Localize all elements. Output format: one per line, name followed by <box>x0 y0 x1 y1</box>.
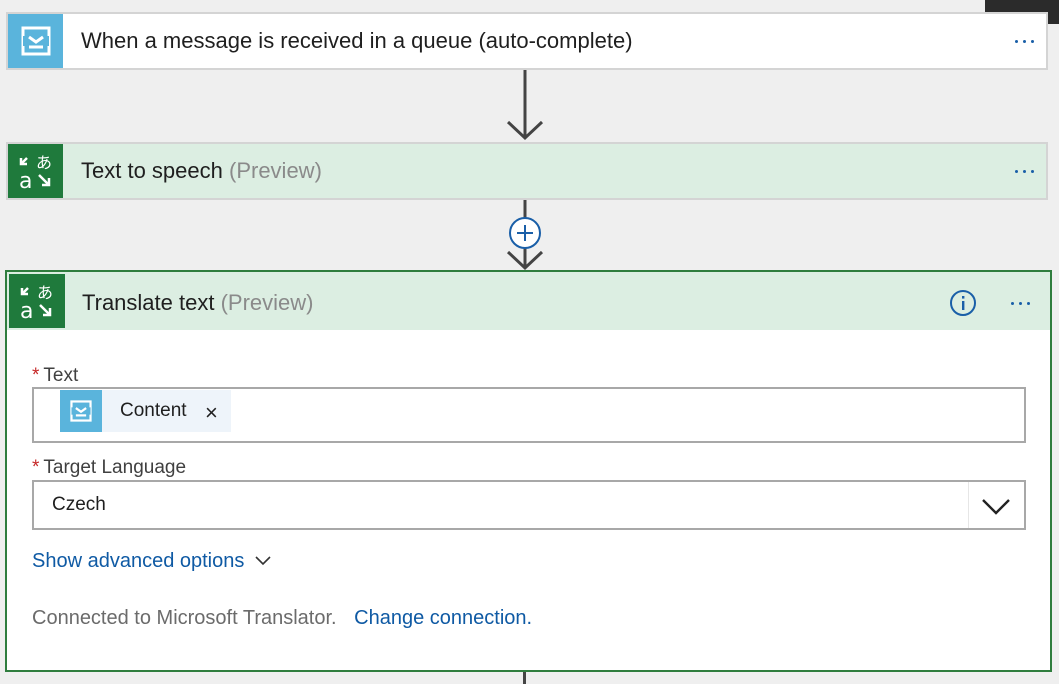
svg-text:a: a <box>20 299 33 321</box>
svg-text:あ: あ <box>37 283 53 302</box>
advanced-options-label: Show advanced options <box>32 550 245 572</box>
connection-info: Connected to Microsoft Translator. Chang… <box>32 607 532 630</box>
trigger-card[interactable]: When a message is received in a queue (a… <box>6 12 1048 70</box>
tts-preview-tag: (Preview) <box>229 158 322 183</box>
text-to-speech-card[interactable]: あ a Text to speech (Preview) <box>6 142 1048 200</box>
more-options-icon[interactable] <box>1004 14 1044 68</box>
service-bus-queue-icon <box>8 14 63 68</box>
language-field-label: * Target Language <box>32 457 186 479</box>
translator-icon: あ a <box>9 274 65 328</box>
content-token[interactable]: Content × <box>60 390 231 432</box>
tts-title-text: Text to speech <box>81 158 223 183</box>
service-bus-queue-icon <box>60 390 102 432</box>
trigger-title: When a message is received in a queue (a… <box>81 28 633 53</box>
translator-icon: あ a <box>8 144 63 198</box>
tts-title: Text to speech (Preview) <box>81 144 322 198</box>
dropdown-divider <box>968 482 969 528</box>
translate-preview-tag: (Preview) <box>220 290 314 315</box>
show-advanced-options-link[interactable]: Show advanced options <box>32 550 272 573</box>
text-input[interactable]: Content × <box>32 387 1026 443</box>
translate-title: Translate text (Preview) <box>82 272 314 334</box>
add-step-plus-icon[interactable] <box>508 216 542 250</box>
connector-arrow <box>506 70 544 141</box>
text-field-label: * Text <box>32 365 78 387</box>
target-language-select[interactable]: Czech <box>32 480 1026 530</box>
change-connection-link[interactable]: Change connection. <box>354 607 532 629</box>
translate-title-text: Translate text <box>82 290 215 315</box>
chevron-down-icon[interactable] <box>980 494 1012 518</box>
required-mark: * <box>32 457 40 478</box>
chevron-down-icon <box>254 550 272 573</box>
language-label: Target Language <box>43 457 187 478</box>
translate-text-card[interactable]: あ a Translate text (Preview) * Text Cont… <box>5 270 1052 672</box>
more-options-icon[interactable] <box>1000 272 1040 334</box>
svg-text:あ: あ <box>36 153 52 172</box>
required-mark: * <box>32 365 40 386</box>
more-options-icon[interactable] <box>1004 144 1044 198</box>
token-label: Content <box>120 400 187 421</box>
token-remove-icon[interactable]: × <box>205 392 218 434</box>
svg-text:a: a <box>19 169 32 191</box>
connection-text: Connected to Microsoft Translator. <box>32 607 337 629</box>
info-icon[interactable] <box>949 289 977 317</box>
connector-line <box>523 672 526 684</box>
language-value: Czech <box>52 494 106 515</box>
text-label: Text <box>43 365 79 386</box>
